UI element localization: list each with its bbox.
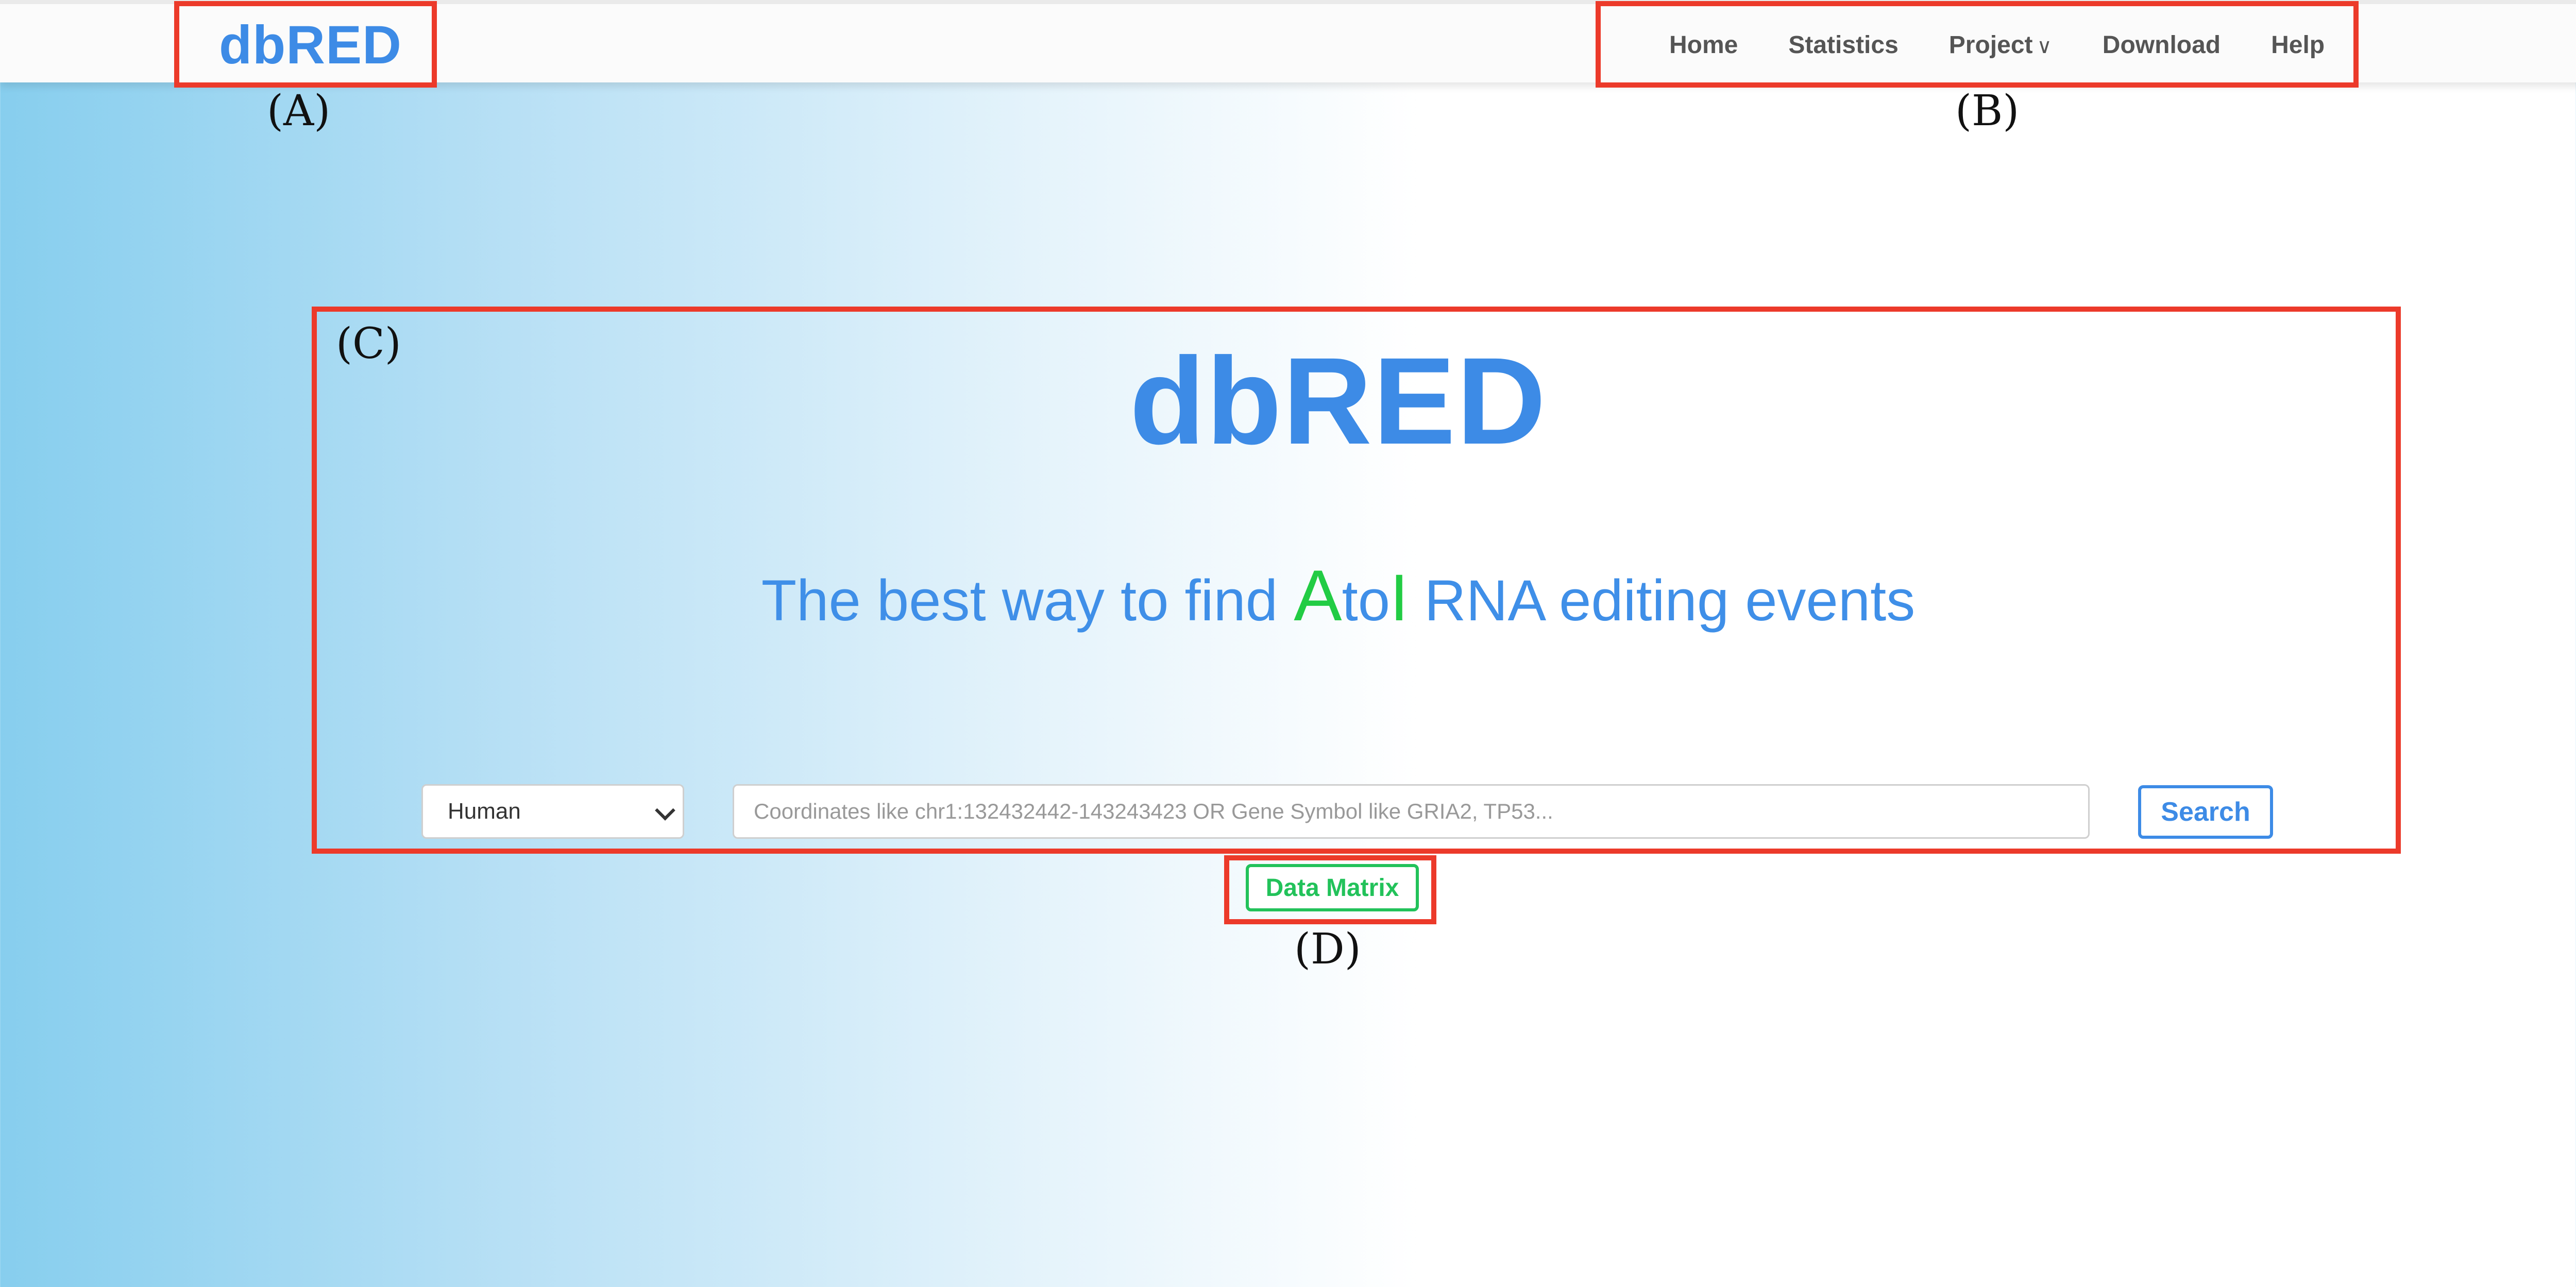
- annotation-label-a: (A): [267, 87, 331, 136]
- annotation-label-b: (B): [1955, 87, 2020, 136]
- annotation-box-b: [1596, 1, 2359, 88]
- annotation-box-d: [1224, 855, 1436, 924]
- annotation-label-c: (C): [336, 319, 401, 368]
- annotation-box-a: [174, 1, 437, 88]
- annotation-label-d: (D): [1294, 925, 1361, 974]
- annotation-box-c: [312, 307, 2401, 854]
